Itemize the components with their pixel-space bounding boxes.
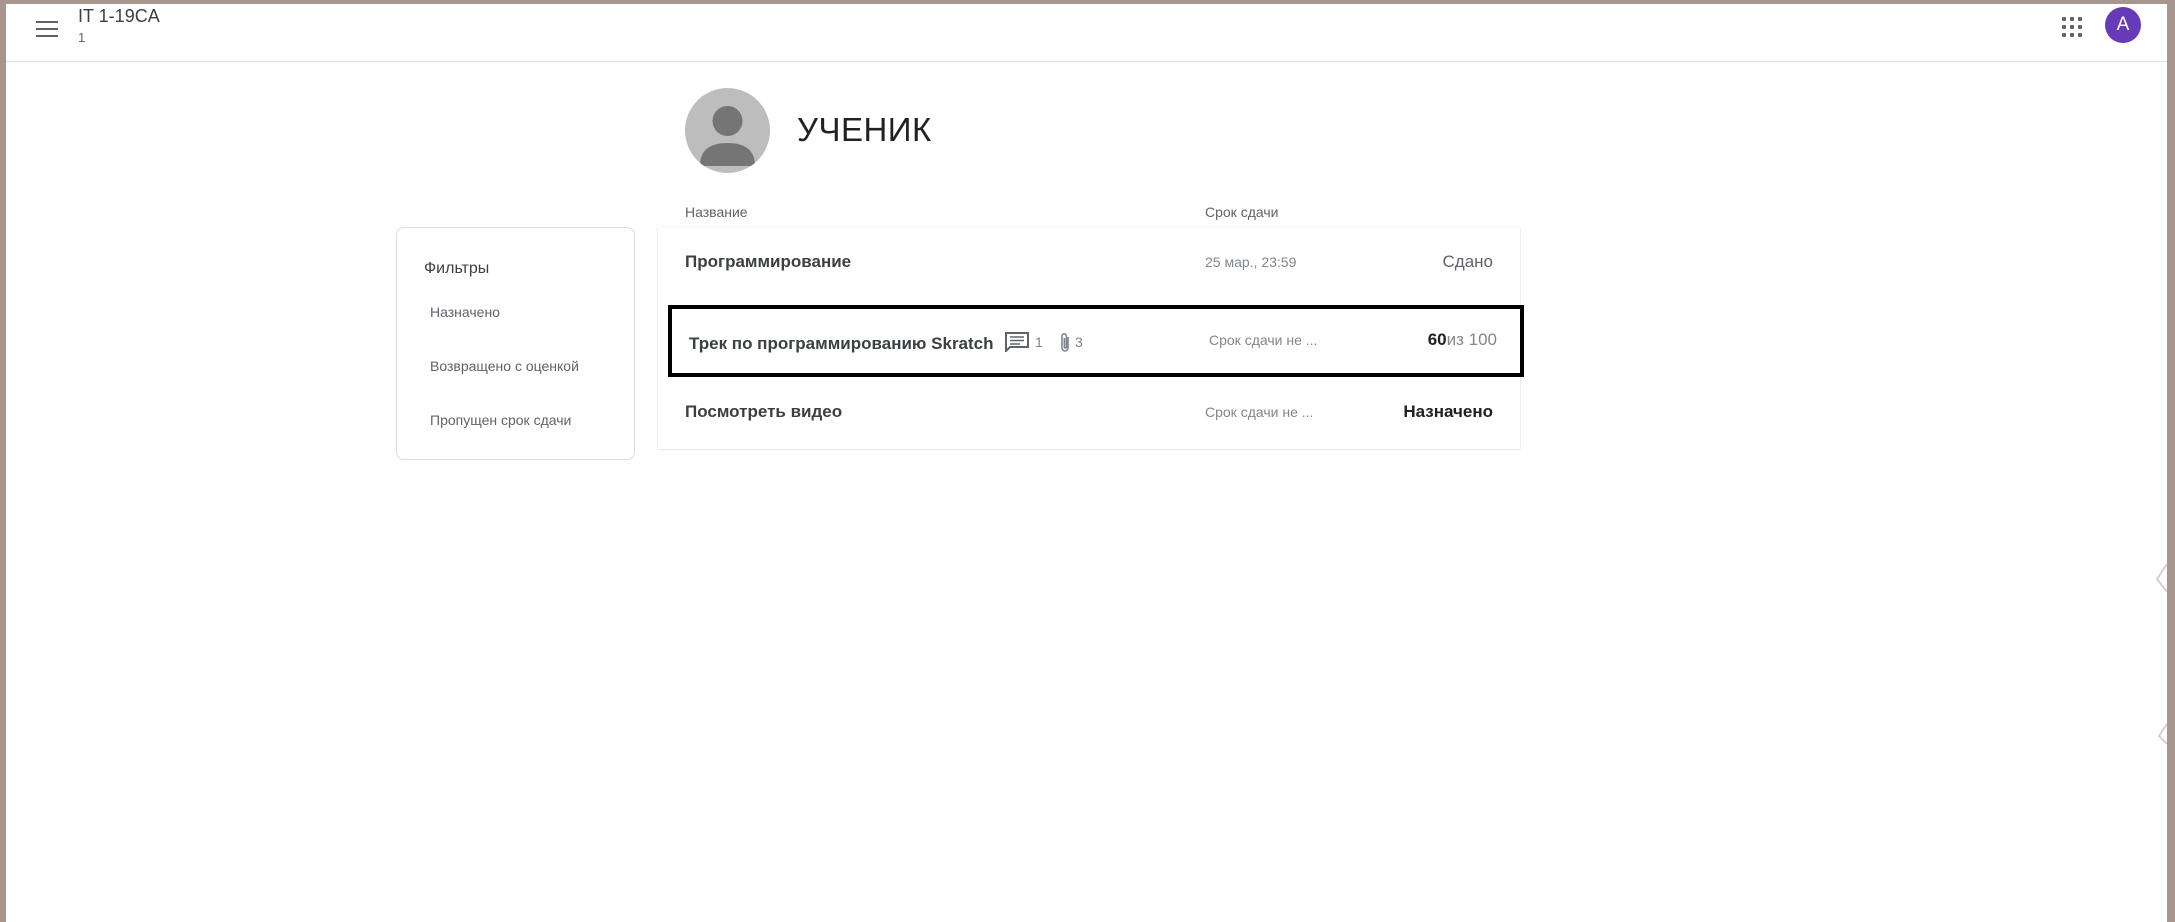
- assignment-row[interactable]: Посмотреть видео Срок сдачи не ... Назна…: [658, 377, 1520, 449]
- assignment-title: Трек по программированию Skratch: [689, 334, 994, 353]
- assignment-row[interactable]: Программирование 25 мар., 23:59 Сдано: [658, 227, 1520, 299]
- filter-assigned[interactable]: Назначено: [430, 304, 500, 320]
- assignment-due: Срок сдачи не ...: [1205, 404, 1314, 420]
- assignment-title: Программирование: [685, 252, 852, 271]
- apps-icon[interactable]: [2060, 15, 2084, 39]
- classroom-window: IT 1-19CA 1 A УЧЕНИК Название Срок сдачи…: [6, 4, 2167, 922]
- class-title[interactable]: IT 1-19CA: [78, 6, 160, 27]
- filters-panel: Фильтры Назначено Возвращено с оценкой П…: [396, 227, 635, 460]
- student-name: УЧЕНИК: [797, 111, 932, 148]
- filter-missing[interactable]: Пропущен срок сдачи: [430, 412, 571, 428]
- assignment-row-highlighted[interactable]: Трек по программированию Skratch 1 3 Сро…: [668, 305, 1524, 377]
- comment-icon: [1005, 332, 1029, 355]
- menu-icon[interactable]: [32, 14, 62, 44]
- column-header-name: Название: [685, 204, 748, 220]
- top-app-bar: IT 1-19CA 1 A: [6, 4, 2167, 62]
- assignment-status: Сдано: [1442, 252, 1494, 271]
- filter-returned-graded[interactable]: Возвращено с оценкой: [430, 358, 579, 374]
- grade-value: 60: [1427, 330, 1447, 349]
- class-subtitle: 1: [78, 30, 86, 45]
- student-avatar-icon: [685, 88, 770, 173]
- assignment-due: Срок сдачи не ...: [1209, 332, 1318, 348]
- attachment-count: 3: [1075, 334, 1083, 350]
- assignment-grade: 60из 100: [1428, 330, 1497, 350]
- grade-suffix: из 100: [1446, 330, 1497, 349]
- comment-count: 1: [1035, 334, 1043, 350]
- decorative-edge-lines: [2155, 564, 2167, 744]
- filters-title: Фильтры: [424, 260, 490, 277]
- assignment-list: Программирование 25 мар., 23:59 Сдано Тр…: [658, 227, 1524, 449]
- assignment-title: Посмотреть видео: [685, 402, 843, 421]
- assignment-status: Назначено: [1403, 402, 1493, 421]
- attachment-icon: [1058, 332, 1072, 357]
- account-avatar[interactable]: A: [2105, 7, 2141, 43]
- assignment-due: 25 мар., 23:59: [1205, 254, 1297, 270]
- column-header-due: Срок сдачи: [1205, 204, 1279, 220]
